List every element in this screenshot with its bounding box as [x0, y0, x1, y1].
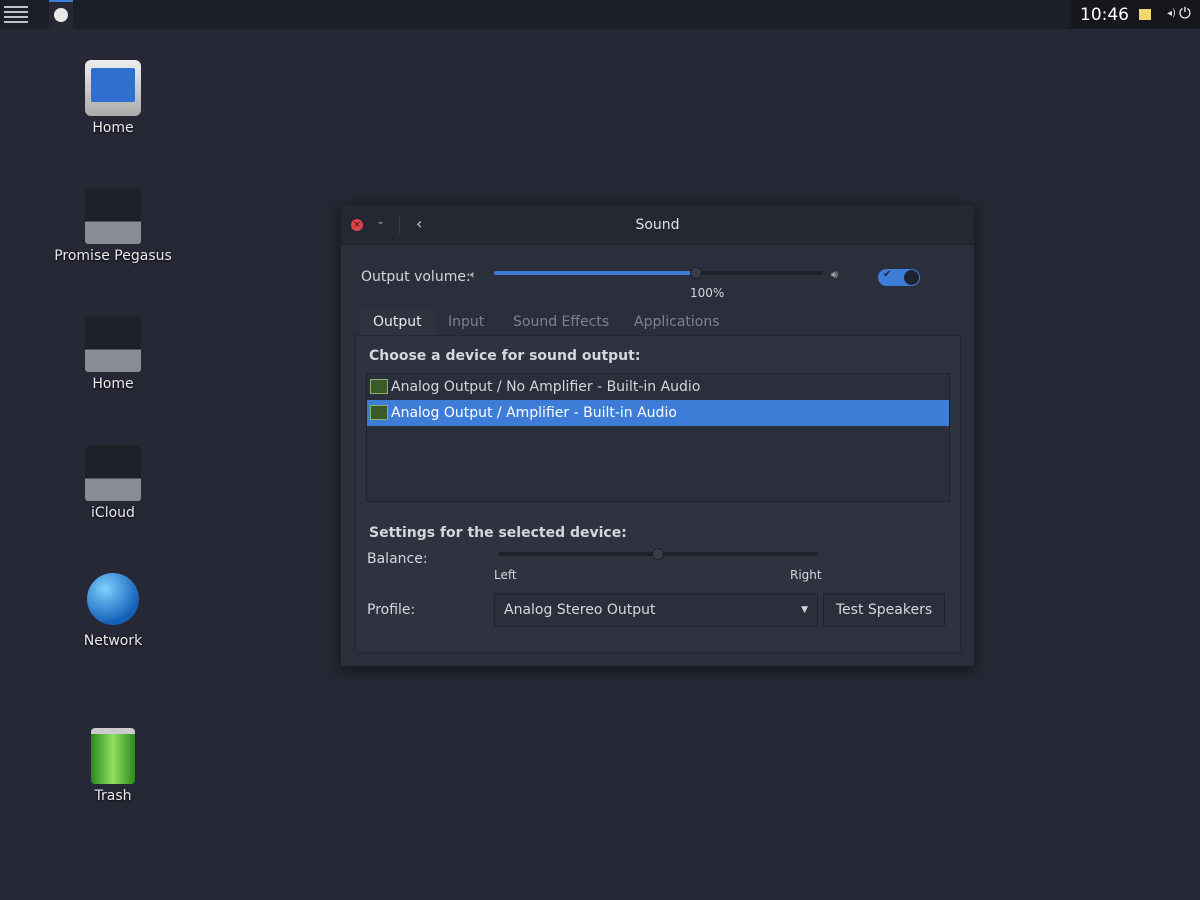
titlebar: × - ‹ Sound: [341, 205, 974, 245]
balance-right-label: Right: [790, 568, 822, 582]
monitor-icon: [85, 60, 141, 116]
profile-label: Profile:: [367, 602, 416, 618]
sound-card-icon: [370, 405, 388, 420]
tab-applications[interactable]: Applications: [620, 309, 734, 336]
trash-icon: [91, 728, 135, 784]
volume-slider[interactable]: [494, 271, 823, 275]
volume-slider-thumb[interactable]: [689, 267, 702, 279]
power-icon[interactable]: ⏻: [1179, 4, 1191, 22]
sound-card-icon: [370, 379, 388, 394]
speaker-icon[interactable]: ◂): [1167, 8, 1176, 19]
settings-header: Settings for the selected device:: [369, 525, 627, 541]
clock[interactable]: 10:46: [1080, 5, 1129, 25]
output-panel: Choose a device for sound output: Analog…: [355, 335, 961, 653]
desktop-icon-promise-pegasus[interactable]: Promise Pegasus: [43, 188, 183, 264]
device-item[interactable]: Analog Output / No Amplifier - Built-in …: [367, 374, 949, 400]
volume-low-icon: 🔈︎: [470, 268, 477, 281]
desktop-icon-network[interactable]: Network: [43, 573, 183, 649]
desktop-icon-icloud[interactable]: iCloud: [43, 445, 183, 521]
desktop-icon-trash[interactable]: Trash: [43, 728, 183, 804]
output-volume-label: Output volume:: [361, 269, 471, 285]
window-title: Sound: [635, 217, 680, 233]
profile-dropdown[interactable]: Analog Stereo Output ▼: [494, 593, 818, 627]
sticky-note-icon[interactable]: [1139, 9, 1151, 20]
balance-slider-thumb[interactable]: [652, 548, 664, 560]
desktop-icon-home-drive[interactable]: Home: [43, 316, 183, 392]
test-speakers-button[interactable]: Test Speakers: [823, 593, 945, 627]
volume-percent: 100%: [690, 286, 725, 300]
drive-icon: [85, 445, 141, 501]
device-list[interactable]: Analog Output / No Amplifier - Built-in …: [366, 373, 950, 502]
drive-icon: [85, 188, 141, 244]
hamburger-icon[interactable]: [4, 6, 28, 23]
volume-high-icon: 🔊︎: [831, 268, 838, 281]
globe-icon: [87, 573, 139, 625]
balance-label: Balance:: [367, 551, 428, 567]
top-panel: 10:46 ◂) ⏻: [0, 0, 1200, 29]
chevron-down-icon: ▼: [801, 605, 808, 615]
device-item-selected[interactable]: Analog Output / Amplifier - Built-in Aud…: [367, 400, 949, 426]
tab-sound-effects[interactable]: Sound Effects: [499, 309, 623, 336]
sound-window: × - ‹ Sound Output volume: 🔈︎ 🔊︎ 100% ✔ …: [340, 204, 975, 667]
tab-output[interactable]: Output: [359, 309, 436, 336]
tab-input[interactable]: Input: [434, 309, 498, 336]
desktop-icon-home[interactable]: Home: [43, 60, 183, 136]
balance-left-label: Left: [494, 568, 517, 582]
device-header: Choose a device for sound output:: [369, 348, 641, 364]
mute-toggle[interactable]: ✔: [878, 269, 920, 286]
sound-knob-icon[interactable]: [49, 0, 73, 29]
drive-icon: [85, 316, 141, 372]
